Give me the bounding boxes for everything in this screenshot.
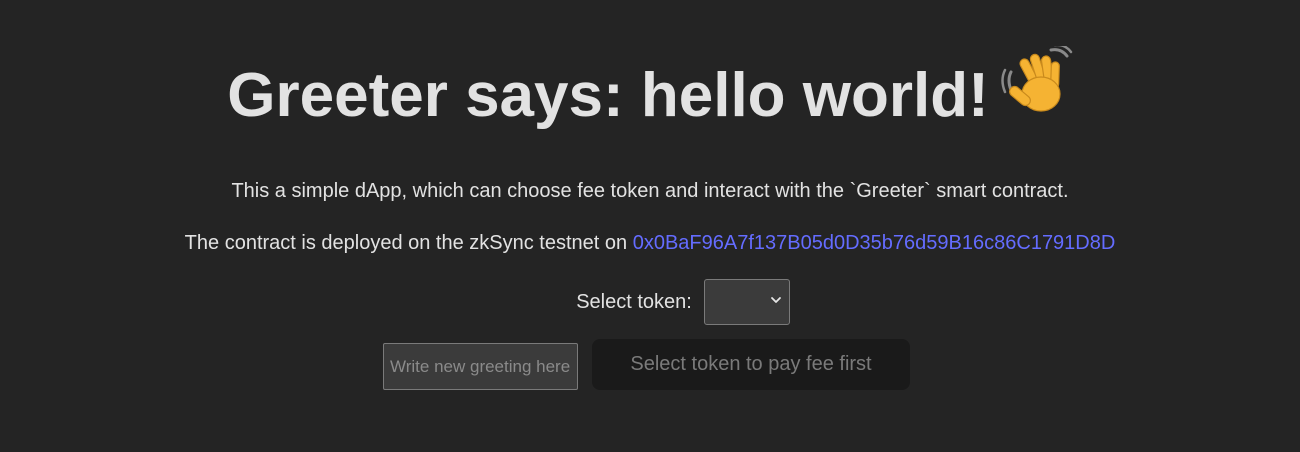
app-description: This a simple dApp, which can choose fee… bbox=[231, 180, 1069, 202]
deployment-text: The contract is deployed on the zkSync t… bbox=[184, 232, 628, 254]
token-select-label: Select token: bbox=[576, 291, 692, 313]
page-title-text: Greeter says: hello world! bbox=[227, 60, 989, 130]
pay-fee-button[interactable]: Select token to pay fee first bbox=[592, 339, 910, 390]
greeting-input[interactable] bbox=[383, 343, 578, 390]
deployment-info: The contract is deployed on the zkSync t… bbox=[0, 229, 1300, 257]
token-selector-row: Select token: bbox=[0, 279, 1300, 325]
token-select[interactable] bbox=[703, 279, 790, 325]
app-page: Greeter says: hello world! This a simple… bbox=[0, 0, 1300, 452]
page-title: Greeter says: hello world! bbox=[0, 43, 1300, 147]
greeting-action-row: Select token to pay fee first bbox=[0, 339, 1300, 391]
waving-hand-icon bbox=[1000, 43, 1073, 141]
contract-address-link[interactable]: 0x0BaF96A7f137B05d0D35b76d59B16c86C1791D… bbox=[633, 232, 1116, 254]
chevron-down-icon bbox=[770, 297, 781, 303]
